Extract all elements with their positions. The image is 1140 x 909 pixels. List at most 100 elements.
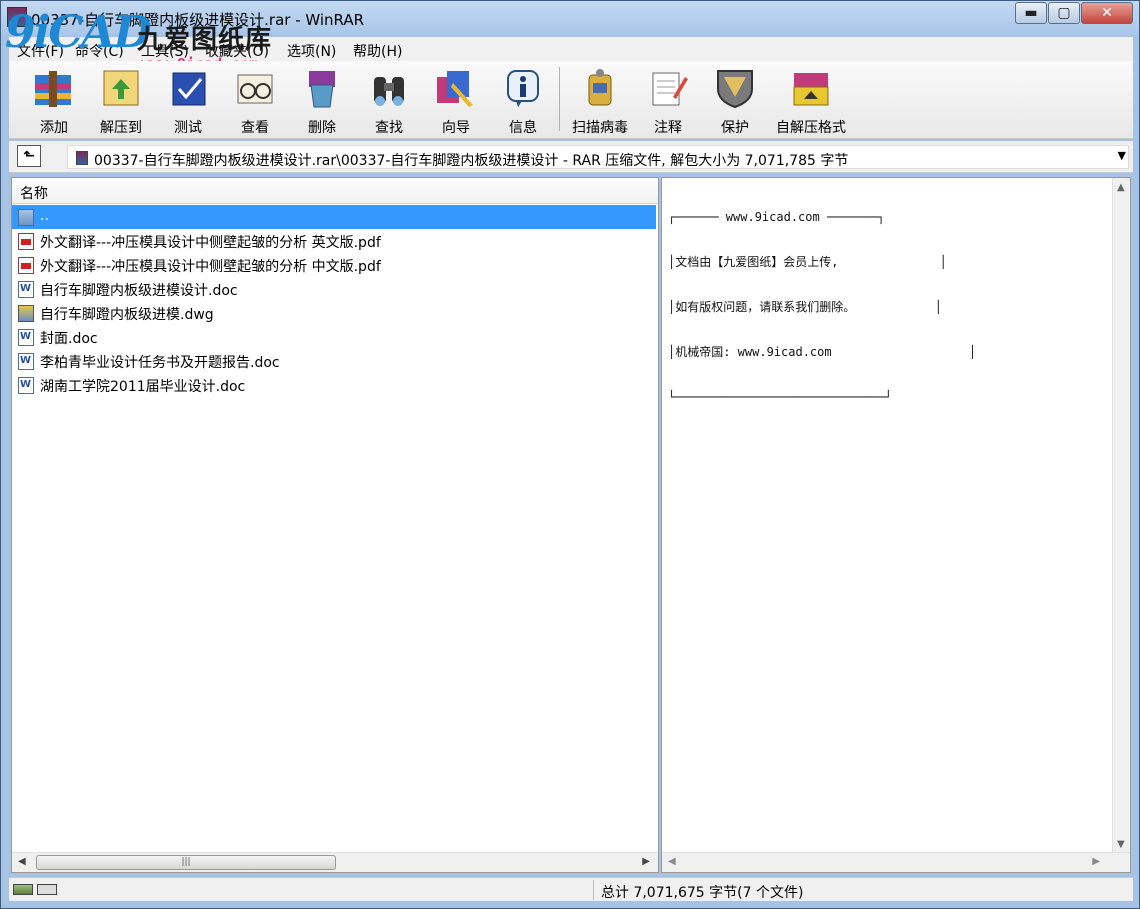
menu-help[interactable]: 帮助(H) bbox=[353, 41, 402, 61]
list-item[interactable]: 自行车脚蹬内板级进模.dwg bbox=[12, 301, 658, 325]
path-field[interactable]: 00337-自行车脚蹬内板级进模设计.rar\00337-自行车脚蹬内板级进模设… bbox=[67, 145, 1129, 169]
folder-icon bbox=[18, 209, 34, 226]
list-item[interactable]: 自行车脚蹬内板级进模设计.doc bbox=[12, 277, 658, 301]
wizard-button[interactable]: 向导 bbox=[423, 65, 489, 137]
test-icon bbox=[165, 67, 211, 109]
file-name: 外文翻译---冲压模具设计中侧壁起皱的分析 英文版.pdf bbox=[40, 235, 381, 251]
horizontal-scrollbar[interactable]: ◀ ▶ bbox=[662, 852, 1130, 872]
vertical-scrollbar[interactable]: ▲ ▼ bbox=[1112, 178, 1130, 854]
sfx-icon bbox=[788, 67, 834, 109]
list-item[interactable]: .. bbox=[12, 205, 656, 229]
scroll-left-icon[interactable]: ◀ bbox=[18, 856, 26, 867]
address-bar: ⬑ 00337-自行车脚蹬内板级进模设计.rar\00337-自行车脚蹬内板级进… bbox=[9, 141, 1133, 173]
list-item[interactable]: 外文翻译---冲压模具设计中侧壁起皱的分析 中文版.pdf bbox=[12, 253, 658, 277]
info-button[interactable]: 信息 bbox=[490, 65, 556, 137]
file-name: 自行车脚蹬内板级进模设计.doc bbox=[40, 283, 238, 299]
virus-scan-button[interactable]: 扫描病毒 bbox=[567, 65, 633, 137]
add-button[interactable]: 添加 bbox=[21, 65, 87, 137]
scroll-right-icon[interactable]: ▶ bbox=[642, 856, 650, 867]
comment-line: ┌────── www.9icad.com ───────┐ bbox=[668, 210, 885, 224]
status-total: 总计 7,071,675 字节(7 个文件) bbox=[601, 885, 804, 901]
archive-comment: ┌────── www.9icad.com ───────┐ │文档由【九爱图纸… bbox=[668, 180, 976, 435]
list-item[interactable]: 李柏青毕业设计任务书及开题报告.doc bbox=[12, 349, 658, 373]
protect-icon bbox=[712, 67, 758, 109]
delete-button[interactable]: 删除 bbox=[289, 65, 355, 137]
column-header-label: 名称 bbox=[20, 186, 48, 202]
word-doc-icon bbox=[18, 329, 34, 346]
pdf-file-icon bbox=[18, 257, 34, 274]
file-name: 外文翻译---冲压模具设计中侧壁起皱的分析 中文版.pdf bbox=[40, 259, 381, 275]
dwg-file-icon bbox=[18, 305, 34, 322]
delete-icon bbox=[299, 67, 345, 109]
word-doc-icon bbox=[18, 353, 34, 370]
wizard-icon bbox=[433, 67, 479, 109]
add-label: 添加 bbox=[40, 120, 68, 136]
list-item[interactable]: 湖南工学院2011届毕业设计.doc bbox=[12, 373, 658, 397]
column-header-name[interactable]: 名称 bbox=[12, 178, 658, 204]
virus-scan-icon bbox=[577, 67, 623, 109]
sfx-label: 自解压格式 bbox=[776, 120, 846, 136]
close-button[interactable]: ✕ bbox=[1081, 2, 1133, 24]
watermark-cn-text: 九爱图纸库 bbox=[137, 25, 273, 55]
up-folder-icon: ⬑ bbox=[23, 148, 35, 164]
delete-label: 删除 bbox=[308, 120, 336, 136]
scrollbar-thumb[interactable]: ||| bbox=[36, 855, 336, 870]
find-icon bbox=[366, 67, 412, 109]
view-button[interactable]: 查看 bbox=[222, 65, 288, 137]
horizontal-scrollbar[interactable]: ◀ ||| ▶ bbox=[12, 852, 658, 872]
up-folder-button[interactable]: ⬑ bbox=[17, 145, 41, 167]
virus-scan-label: 扫描病毒 bbox=[572, 120, 628, 136]
comment-line: │如有版权问题，请联系我们删除。 │ bbox=[668, 300, 942, 314]
file-name: 自行车脚蹬内板级进模.dwg bbox=[40, 307, 214, 323]
scroll-up-icon[interactable]: ▲ bbox=[1117, 182, 1125, 193]
drive-icon[interactable] bbox=[13, 884, 33, 895]
file-list-pane: 名称 .. 外文翻译---冲压模具设计中侧壁起皱的分析 英文版.pdf 外文翻译… bbox=[11, 177, 659, 873]
winrar-window: 00337-自行车脚蹬内板级进模设计.rar - WinRAR ▬ ▢ ✕ 文件… bbox=[0, 0, 1140, 909]
comment-label: 注释 bbox=[654, 120, 682, 136]
info-icon bbox=[500, 67, 546, 109]
file-name: 封面.doc bbox=[40, 331, 98, 347]
comment-button[interactable]: 注释 bbox=[635, 65, 701, 137]
comment-line: └─────────────────────────────┘ bbox=[668, 390, 892, 404]
comment-pane: ┌────── www.9icad.com ───────┐ │文档由【九爱图纸… bbox=[661, 177, 1131, 873]
chevron-down-icon[interactable]: ▼ bbox=[1118, 149, 1126, 162]
find-button[interactable]: 查找 bbox=[356, 65, 422, 137]
test-button[interactable]: 测试 bbox=[155, 65, 221, 137]
toolbar-separator bbox=[559, 67, 560, 131]
maximize-button[interactable]: ▢ bbox=[1048, 2, 1080, 24]
info-label: 信息 bbox=[509, 120, 537, 136]
wizard-label: 向导 bbox=[442, 120, 470, 136]
extract-to-icon bbox=[98, 67, 144, 109]
watermark-mark: 9iCAD bbox=[5, 7, 152, 58]
protect-label: 保护 bbox=[721, 120, 749, 136]
add-archive-icon bbox=[31, 67, 77, 109]
file-name: .. bbox=[40, 208, 49, 224]
extract-to-button[interactable]: 解压到 bbox=[88, 65, 154, 137]
minimize-button[interactable]: ▬ bbox=[1015, 2, 1047, 24]
word-doc-icon bbox=[18, 377, 34, 394]
key-icon[interactable] bbox=[37, 884, 57, 895]
list-item[interactable]: 封面.doc bbox=[12, 325, 658, 349]
scroll-right-icon[interactable]: ▶ bbox=[1092, 856, 1100, 867]
scroll-down-icon[interactable]: ▼ bbox=[1117, 839, 1125, 850]
extract-to-label: 解压到 bbox=[100, 120, 142, 136]
status-divider bbox=[593, 880, 594, 900]
view-label: 查看 bbox=[241, 120, 269, 136]
scroll-left-icon[interactable]: ◀ bbox=[668, 856, 676, 867]
protect-button[interactable]: 保护 bbox=[702, 65, 768, 137]
comment-icon bbox=[645, 67, 691, 109]
list-item[interactable]: 外文翻译---冲压模具设计中侧壁起皱的分析 英文版.pdf bbox=[12, 229, 658, 253]
file-name: 湖南工学院2011届毕业设计.doc bbox=[40, 379, 246, 395]
archive-icon bbox=[76, 151, 88, 165]
path-text: 00337-自行车脚蹬内板级进模设计.rar\00337-自行车脚蹬内板级进模设… bbox=[94, 153, 849, 169]
pdf-file-icon bbox=[18, 233, 34, 250]
toolbar: 添加 解压到 测试 查看 删除 查找 向导 信息 扫描病毒 注释 保护 自解压格… bbox=[9, 61, 1133, 139]
status-bar: 总计 7,071,675 字节(7 个文件) bbox=[9, 877, 1133, 901]
comment-line: │机械帝国: www.9icad.com │ bbox=[668, 345, 977, 359]
word-doc-icon bbox=[18, 281, 34, 298]
sfx-button[interactable]: 自解压格式 bbox=[771, 65, 851, 137]
window-controls: ▬ ▢ ✕ bbox=[1014, 2, 1133, 24]
view-icon bbox=[232, 67, 278, 109]
find-label: 查找 bbox=[375, 120, 403, 136]
comment-line: │文档由【九爱图纸】会员上传, │ bbox=[668, 255, 947, 269]
